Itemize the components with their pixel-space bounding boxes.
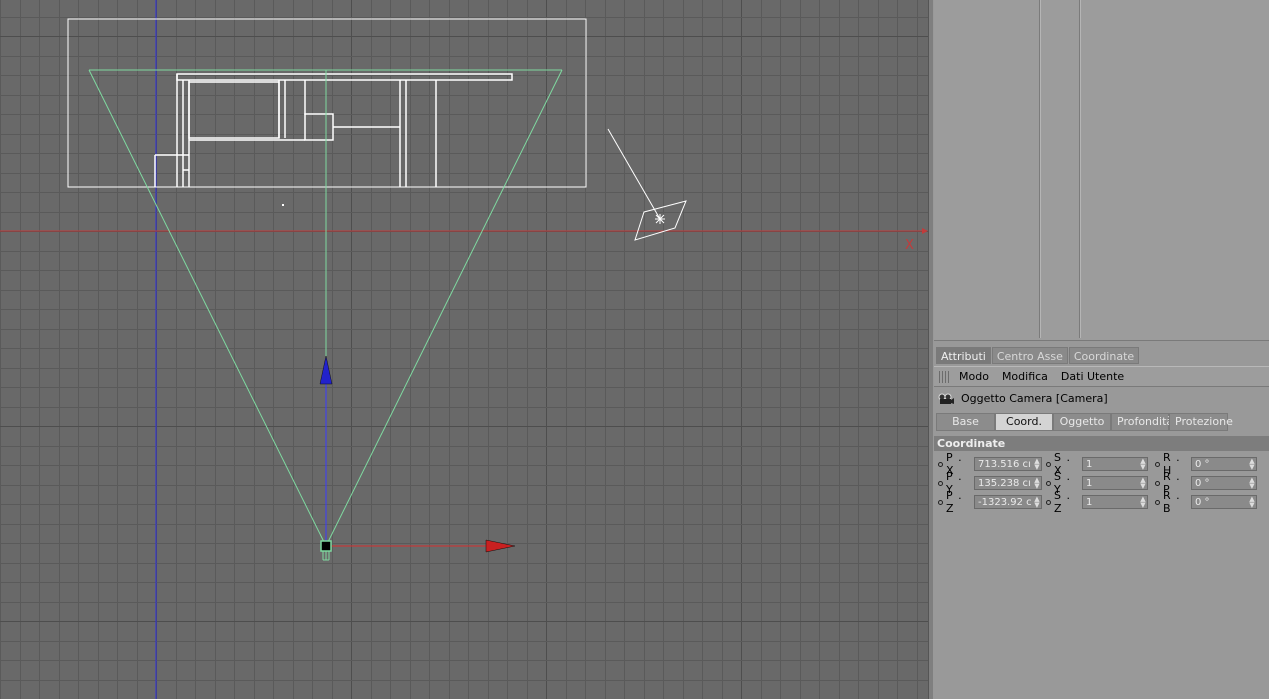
scale-x-input[interactable]: 1 ▲ ▼ bbox=[1082, 457, 1148, 471]
spinner-icon[interactable]: ▲ ▼ bbox=[1140, 496, 1146, 508]
pos-y-input[interactable]: 135.238 cı ▲ ▼ bbox=[974, 476, 1042, 490]
column-divider-highlight bbox=[1040, 0, 1041, 338]
spinner-icon[interactable]: ▲ ▼ bbox=[1140, 477, 1146, 489]
camera-icon bbox=[938, 393, 954, 404]
pos-z-input[interactable]: -1323.92 c ▲ ▼ bbox=[974, 495, 1042, 509]
rot-p-input[interactable]: 0 ° ▲ ▼ bbox=[1191, 476, 1257, 490]
manager-tabs: Attributi Centro Asse Coordinate bbox=[936, 347, 1140, 365]
rot-b-input[interactable]: 0 ° ▲ ▼ bbox=[1191, 495, 1257, 509]
point-marker bbox=[282, 204, 284, 206]
spinner-icon[interactable]: ▲ ▼ bbox=[1140, 458, 1146, 470]
attribute-tabs: Base Coord. Oggetto Profondità Protezion… bbox=[936, 413, 1233, 431]
keyframe-dot-icon[interactable] bbox=[1046, 461, 1051, 467]
object-title-row: Oggetto Camera [Camera] bbox=[938, 392, 1108, 405]
tab-protezione[interactable]: Protezione bbox=[1169, 413, 1233, 431]
spinner-icon[interactable]: ▲ ▼ bbox=[1034, 477, 1040, 489]
spinner-icon[interactable]: ▲ ▼ bbox=[1249, 496, 1255, 508]
scale-y-input[interactable]: 1 ▲ ▼ bbox=[1082, 476, 1148, 490]
field-label: S . Z bbox=[1054, 489, 1071, 515]
field-label: R . B bbox=[1163, 489, 1181, 515]
menu-modo[interactable]: Modo bbox=[959, 370, 989, 383]
spinner-icon[interactable]: ▲ ▼ bbox=[1034, 496, 1040, 508]
menu-modifica[interactable]: Modifica bbox=[1002, 370, 1048, 383]
spinner-icon[interactable]: ▲ ▼ bbox=[1034, 458, 1040, 470]
object-title: Oggetto Camera [Camera] bbox=[961, 392, 1108, 405]
keyframe-dot-icon[interactable] bbox=[1155, 499, 1160, 505]
grip-icon[interactable] bbox=[939, 370, 951, 383]
keyframe-dot-icon[interactable] bbox=[1046, 480, 1051, 486]
gizmo-y-arrowhead[interactable] bbox=[319, 355, 333, 385]
keyframe-dot-icon[interactable] bbox=[938, 461, 943, 467]
field-scale-z: S . Z 1 ▲ ▼ bbox=[1046, 489, 1148, 515]
gizmo-x-arrowhead[interactable] bbox=[485, 539, 516, 553]
camera-object-handle[interactable] bbox=[320, 540, 332, 552]
keyframe-dot-icon[interactable] bbox=[1155, 480, 1160, 486]
viewport-3d[interactable]: X bbox=[0, 0, 928, 699]
tab-coordinate[interactable]: Coordinate bbox=[1068, 347, 1140, 364]
field-pos-z: P . Z -1323.92 c ▲ ▼ bbox=[938, 489, 1042, 515]
scene-overlay bbox=[0, 0, 928, 699]
pos-x-input[interactable]: 713.516 cı ▲ ▼ bbox=[974, 457, 1042, 471]
tab-coord[interactable]: Coord. bbox=[995, 413, 1053, 431]
tab-attributi[interactable]: Attributi bbox=[936, 347, 991, 364]
keyframe-dot-icon[interactable] bbox=[1155, 461, 1160, 467]
x-axis-label: X bbox=[905, 238, 914, 253]
spinner-icon[interactable]: ▲ ▼ bbox=[1249, 477, 1255, 489]
keyframe-dot-icon[interactable] bbox=[938, 499, 943, 505]
attribute-menubar: Modo Modifica Dati Utente bbox=[934, 366, 1269, 387]
light-object[interactable] bbox=[607, 128, 687, 241]
menu-dati-utente[interactable]: Dati Utente bbox=[1061, 370, 1124, 383]
object-manager[interactable] bbox=[934, 0, 1269, 341]
camera-body-icon bbox=[322, 551, 330, 561]
building-wireframe bbox=[154, 73, 513, 187]
tab-centro-asse[interactable]: Centro Asse bbox=[991, 347, 1068, 364]
rot-h-input[interactable]: 0 ° ▲ ▼ bbox=[1191, 457, 1257, 471]
tab-base[interactable]: Base bbox=[936, 413, 995, 431]
spinner-icon[interactable]: ▲ ▼ bbox=[1249, 458, 1255, 470]
column-divider-highlight bbox=[1080, 0, 1081, 338]
tab-profondita[interactable]: Profondità bbox=[1111, 413, 1173, 431]
keyframe-dot-icon[interactable] bbox=[938, 480, 943, 486]
tab-oggetto[interactable]: Oggetto bbox=[1053, 413, 1111, 431]
building-bounding-box bbox=[67, 18, 587, 188]
section-header-coordinate: Coordinate bbox=[934, 436, 1269, 451]
field-label: P . Z bbox=[946, 489, 963, 515]
right-panel: Attributi Centro Asse Coordinate Modo Mo… bbox=[934, 0, 1269, 699]
keyframe-dot-icon[interactable] bbox=[1046, 499, 1051, 505]
field-rot-b: R . B 0 ° ▲ ▼ bbox=[1155, 489, 1257, 515]
scale-z-input[interactable]: 1 ▲ ▼ bbox=[1082, 495, 1148, 509]
